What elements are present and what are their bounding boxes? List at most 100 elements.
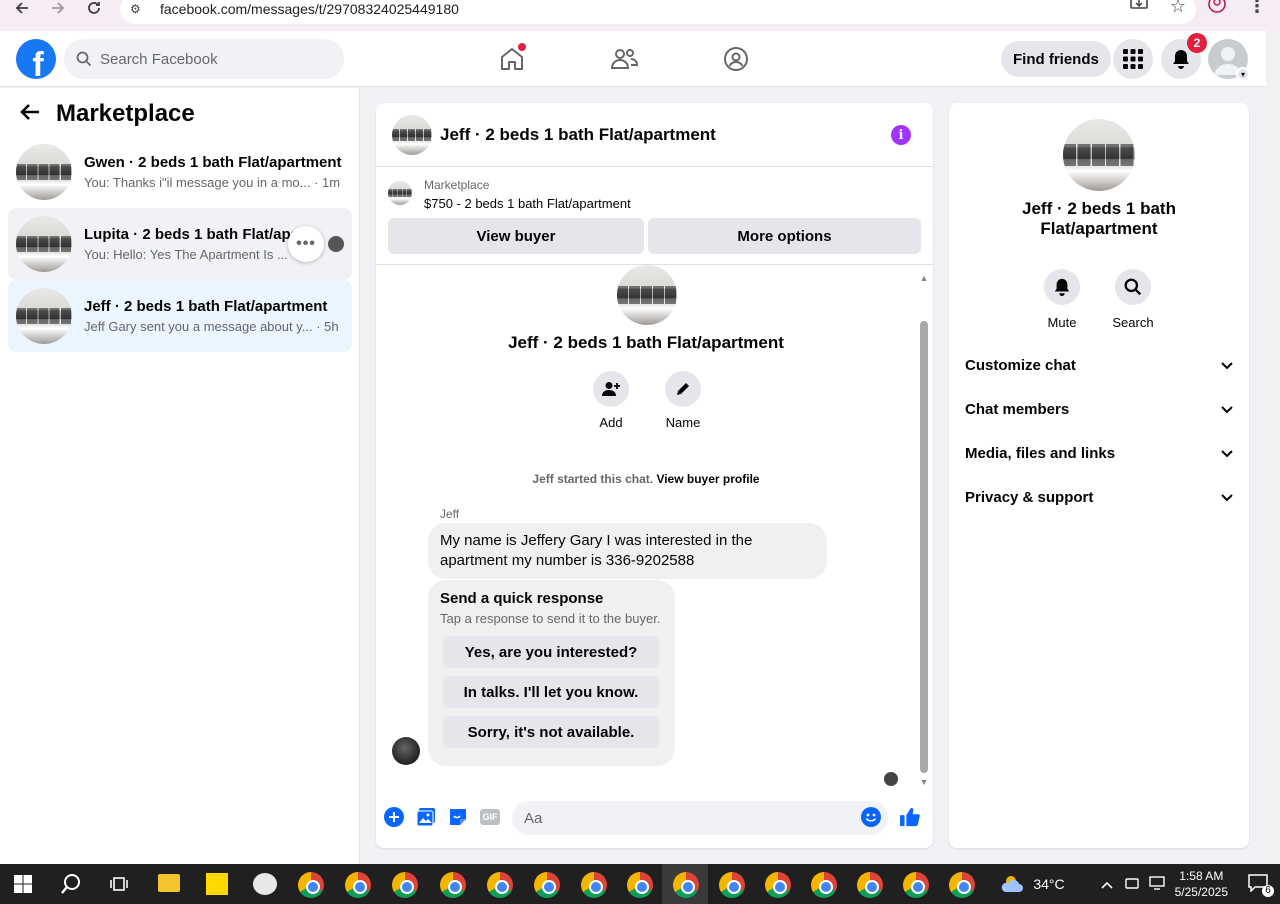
chrome-icon[interactable] (627, 872, 653, 898)
back-arrow-icon[interactable] (20, 103, 40, 126)
chrome-icon[interactable] (345, 872, 371, 898)
message-thread[interactable]: Jeff · 2 beds 1 bath Flat/apartment Add … (376, 265, 933, 787)
chrome-icon[interactable] (392, 872, 418, 898)
view-buyer-button[interactable]: View buyer (388, 218, 644, 254)
find-friends-button[interactable]: Find friends (1001, 41, 1111, 77)
conversation-item[interactable]: Lupita · 2 beds 1 bath Flat/apar You: He… (8, 208, 352, 280)
chrome-icon[interactable] (857, 872, 883, 898)
quick-reply-button[interactable]: Yes, are you interested? (443, 636, 659, 668)
back-arrow-icon[interactable] (10, 0, 34, 20)
chat-thumbnail-large (617, 265, 677, 325)
chevron-up-icon[interactable] (1101, 876, 1113, 892)
groups-nav[interactable] (714, 39, 758, 79)
chrome-icon[interactable] (719, 872, 745, 898)
chat-header[interactable]: Jeff · 2 beds 1 bath Flat/apartment i (376, 103, 933, 167)
windows-start-icon[interactable] (14, 875, 32, 898)
conversation-name: Gwen · 2 beds 1 bath Flat/apartment (84, 154, 342, 171)
weather-icon[interactable] (999, 873, 1025, 896)
plus-circle-icon[interactable] (384, 807, 404, 827)
add-people-button[interactable]: Add (581, 371, 641, 430)
conversation-item[interactable]: Jeff · 2 beds 1 bath Flat/apartment Jeff… (8, 280, 352, 352)
add-person-icon (593, 371, 629, 407)
chrome-icon[interactable] (534, 872, 560, 898)
chrome-icon[interactable] (903, 872, 929, 898)
taskbar-search-icon[interactable] (60, 873, 82, 900)
chrome-icon[interactable] (811, 872, 837, 898)
search-input[interactable] (100, 50, 320, 68)
chrome-icon[interactable] (298, 872, 324, 898)
message-input-box[interactable] (512, 801, 888, 835)
details-title: Jeff · 2 beds 1 bath Flat/apartment (1022, 199, 1176, 238)
weather-temperature[interactable]: 34°C (1033, 876, 1064, 892)
home-notification-dot (518, 43, 526, 51)
mute-button[interactable]: Mute (1032, 269, 1092, 330)
sticky-notes-icon[interactable] (206, 873, 228, 895)
chat-panel: Jeff · 2 beds 1 bath Flat/apartment i Ma… (376, 103, 933, 848)
conversation-list-panel: Marketplace Gwen · 2 beds 1 bath Flat/ap… (0, 88, 360, 864)
browser-toolbar: ⚙ facebook.com/messages/t/29708324025449… (0, 0, 1280, 31)
message-input[interactable] (524, 809, 844, 827)
scroll-thumb[interactable] (920, 321, 928, 773)
page-scrollbar[interactable] (1266, 31, 1280, 864)
browser-menu-icon[interactable]: ⋮ (1248, 0, 1266, 17)
chrome-icon[interactable] (581, 872, 607, 898)
address-bar[interactable]: ⚙ facebook.com/messages/t/29708324025449… (120, 0, 1196, 24)
file-explorer-icon[interactable] (158, 874, 180, 892)
facebook-logo[interactable]: f (16, 39, 56, 79)
friends-nav[interactable] (602, 39, 646, 79)
conversation-item[interactable]: Gwen · 2 beds 1 bath Flat/apartment You:… (8, 136, 352, 208)
more-options-button[interactable]: More options (648, 218, 921, 254)
paint-icon[interactable] (253, 873, 277, 895)
quick-reply-button[interactable]: In talks. I'll let you know. (443, 676, 659, 708)
message-bubble[interactable]: My name is Jeffery Gary I was interested… (428, 523, 827, 579)
search-button[interactable]: Search (1103, 269, 1163, 330)
chevron-down-icon (1221, 445, 1233, 462)
install-app-icon[interactable] (1130, 0, 1148, 17)
info-icon[interactable]: i (891, 125, 911, 145)
chrome-icon[interactable] (673, 872, 699, 898)
emoji-icon[interactable] (861, 807, 881, 827)
view-buyer-profile-link[interactable]: View buyer profile (656, 472, 759, 486)
bookmark-star-icon[interactable]: ☆ (1170, 0, 1186, 17)
site-settings-icon[interactable]: ⚙ (130, 2, 148, 16)
bell-icon (1173, 50, 1189, 69)
sticker-icon[interactable] (448, 807, 468, 827)
chevron-down-icon[interactable]: ▾ (1236, 67, 1250, 81)
listing-price[interactable]: $750 - 2 beds 1 bath Flat/apartment (424, 196, 631, 211)
menu-button[interactable] (1113, 39, 1153, 79)
photo-gallery-icon[interactable] (416, 807, 436, 827)
conversation-snippet: You: Hello: Yes The Apartment Is ... (84, 247, 288, 262)
forward-arrow-icon[interactable] (46, 0, 70, 20)
profile-icon[interactable] (1208, 0, 1226, 18)
chrome-icon[interactable] (765, 872, 791, 898)
thumbs-up-icon[interactable] (900, 807, 920, 827)
scroll-up-arrow[interactable]: ▲ (919, 273, 929, 283)
meet-icon[interactable] (1124, 876, 1139, 893)
chat-scrollbar[interactable]: ▲ ▼ (919, 273, 929, 787)
media-files-links-row[interactable]: Media, files and links (965, 431, 1233, 475)
task-view-icon[interactable] (110, 875, 128, 898)
facebook-search[interactable] (64, 39, 344, 79)
name-chat-button[interactable]: Name (653, 371, 713, 430)
chrome-icon[interactable] (487, 872, 513, 898)
privacy-support-row[interactable]: Privacy & support (965, 475, 1233, 519)
sender-avatar[interactable] (392, 737, 420, 765)
search-label: Search (1112, 315, 1154, 330)
notifications-button[interactable]: 2 (1161, 33, 1207, 79)
windows-taskbar: 34°C 1:58 AM 5/25/2025 6 (0, 864, 1280, 904)
notification-center-icon[interactable]: 6 (1248, 873, 1274, 897)
chevron-down-icon (1221, 489, 1233, 506)
chrome-icon[interactable] (949, 872, 975, 898)
home-nav[interactable] (490, 39, 534, 79)
gif-label: GIF (480, 809, 500, 825)
chrome-icon[interactable] (440, 872, 466, 898)
chat-members-row[interactable]: Chat members (965, 387, 1233, 431)
network-icon[interactable] (1148, 875, 1165, 893)
quick-reply-button[interactable]: Sorry, it's not available. (443, 716, 659, 748)
url-text: facebook.com/messages/t/2970832402544918… (160, 1, 459, 17)
clock[interactable]: 1:58 AM 5/25/2025 (1175, 868, 1228, 900)
reload-icon[interactable] (82, 0, 106, 20)
more-options-button[interactable]: ••• (288, 226, 324, 262)
customize-chat-row[interactable]: Customize chat (965, 343, 1233, 387)
gif-icon[interactable]: GIF (480, 807, 500, 827)
